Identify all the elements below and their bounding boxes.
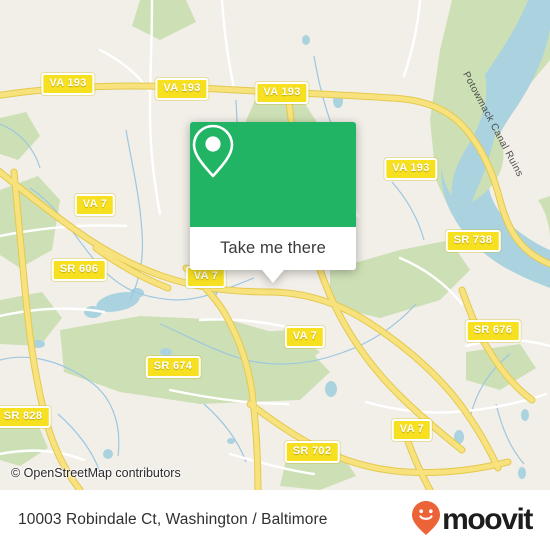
road-shield-sr702[interactable]: SR 702 [284, 441, 340, 463]
road-shield-sr738[interactable]: SR 738 [445, 230, 501, 252]
address-text: 10003 Robindale Ct, Washington / Baltimo… [18, 511, 328, 528]
destination-popup-card[interactable]: Take me there [190, 122, 356, 283]
road-shield-sr676[interactable]: SR 676 [465, 320, 521, 342]
popup-tail [262, 270, 284, 283]
footer-bar: 10003 Robindale Ct, Washington / Baltimo… [0, 490, 550, 550]
road-shield-sr828[interactable]: SR 828 [0, 406, 51, 428]
road-shield-va193-b[interactable]: VA 193 [155, 78, 209, 100]
road-shield-va7-d[interactable]: VA 7 [391, 419, 433, 441]
road-shield-sr674[interactable]: SR 674 [145, 356, 201, 378]
moovit-map-screenshot: Potowmack Canal Ruins VA 193 VA 193 VA 1… [0, 0, 550, 550]
moovit-wordmark: moovit [442, 503, 533, 536]
popup-action-area[interactable]: Take me there [190, 227, 356, 270]
road-shield-va193-a[interactable]: VA 193 [41, 73, 95, 95]
osm-attribution[interactable]: © OpenStreetMap contributors [11, 466, 181, 480]
map-canvas[interactable]: Potowmack Canal Ruins VA 193 VA 193 VA 1… [0, 0, 550, 490]
popup-header [190, 122, 356, 227]
road-shield-sr606[interactable]: SR 606 [51, 259, 107, 281]
road-shield-va193-d[interactable]: VA 193 [384, 158, 438, 180]
road-shield-va7-c[interactable]: VA 7 [284, 326, 326, 348]
road-shield-va7-a[interactable]: VA 7 [74, 194, 116, 216]
moovit-pin-smile-icon [411, 500, 441, 541]
road-shield-va193-c[interactable]: VA 193 [255, 82, 309, 104]
take-me-there-button[interactable]: Take me there [220, 239, 326, 258]
moovit-logo[interactable]: moovit [411, 500, 533, 541]
